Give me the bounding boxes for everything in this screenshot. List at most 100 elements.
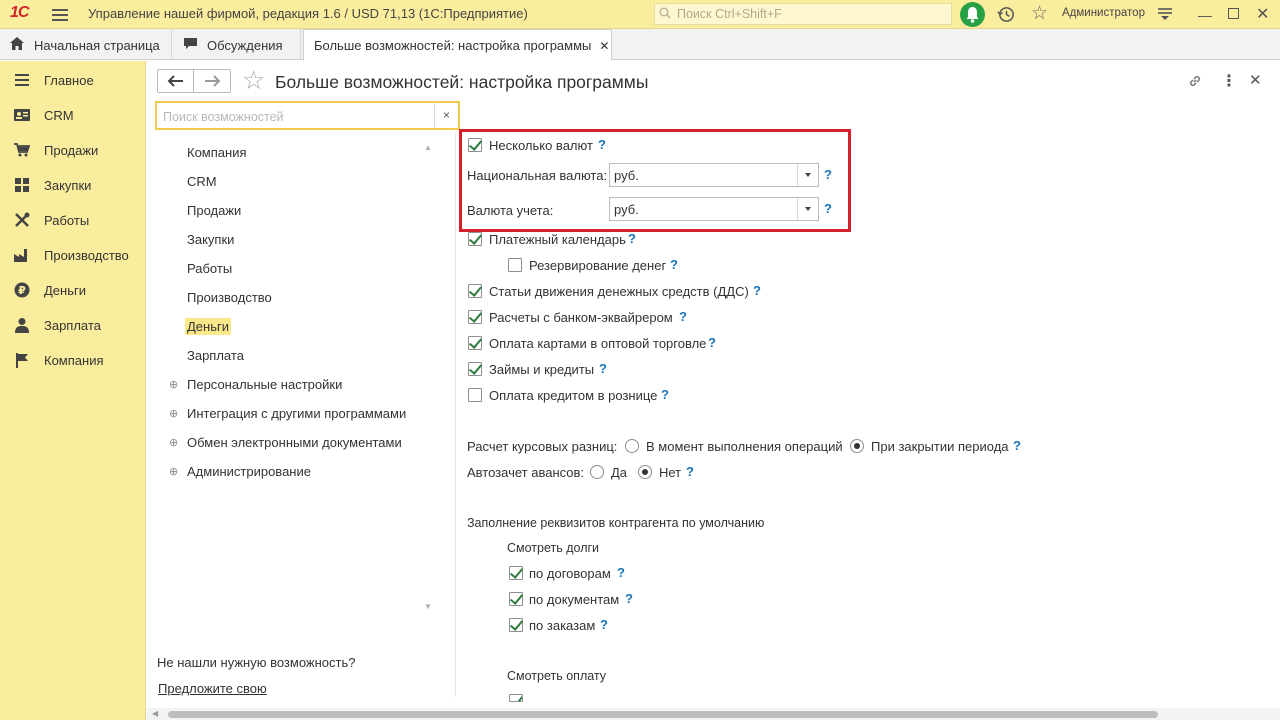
help-icon[interactable]: ? [1013, 438, 1021, 453]
tree-item-company[interactable]: Компания [187, 145, 247, 160]
forward-button[interactable] [193, 69, 231, 93]
money-reservation-checkbox[interactable] [508, 258, 522, 272]
link-icon[interactable] [1187, 73, 1203, 89]
debts-by-contracts-checkbox[interactable] [509, 566, 523, 580]
back-button[interactable] [157, 69, 194, 93]
loans-label[interactable]: Займы и кредиты [489, 362, 594, 377]
feature-search-input[interactable] [163, 108, 433, 125]
payment-option-checkbox[interactable] [509, 694, 523, 702]
exchange-diff-option-label[interactable]: При закрытии периода [871, 439, 1009, 454]
payment-calendar-checkbox[interactable] [468, 232, 482, 246]
exchange-diff-radio-operation[interactable] [625, 439, 639, 453]
horizontal-scrollbar-thumb[interactable] [168, 711, 1158, 718]
tree-item-integration[interactable]: Интеграция с другими программами [187, 406, 406, 421]
help-icon[interactable]: ? [670, 257, 678, 272]
tree-scroll-up-icon[interactable]: ▲ [424, 143, 432, 152]
minimize-icon[interactable]: — [1198, 7, 1212, 23]
help-icon[interactable]: ? [708, 335, 716, 350]
tab-close-icon[interactable]: ✕ [599, 39, 609, 53]
sidebar-item-company[interactable]: Компания [0, 343, 146, 377]
acquiring-bank-checkbox[interactable] [468, 310, 482, 324]
sidebar-item-label: Главное [44, 73, 94, 88]
retail-credit-checkbox[interactable] [468, 388, 482, 402]
auto-offset-option-label[interactable]: Да [611, 465, 627, 480]
help-icon[interactable]: ? [628, 231, 636, 246]
tree-item-administration[interactable]: Администрирование [187, 464, 311, 479]
tree-scroll-down-icon[interactable]: ▼ [424, 602, 432, 611]
sidebar-item-sales[interactable]: Продажи [0, 133, 146, 167]
debts-by-documents-label[interactable]: по документам [529, 592, 619, 607]
tree-item-purchases[interactable]: Закупки [187, 232, 234, 247]
help-icon[interactable]: ? [625, 591, 633, 606]
debts-by-orders-label[interactable]: по заказам [529, 618, 595, 633]
expand-icon[interactable]: ⊕ [169, 407, 178, 420]
debts-by-orders-checkbox[interactable] [509, 618, 523, 632]
exchange-diff-option-label[interactable]: В момент выполнения операций [646, 439, 843, 454]
tree-item-works[interactable]: Работы [187, 261, 232, 276]
favorites-star-icon[interactable]: ☆ [1031, 4, 1048, 24]
main-menu-icon[interactable] [52, 6, 68, 22]
auto-offset-radio-yes[interactable] [590, 465, 604, 479]
auto-offset-option-label[interactable]: Нет [659, 465, 681, 480]
card-wholesale-checkbox[interactable] [468, 336, 482, 350]
sidebar-item-production[interactable]: Производство [0, 238, 146, 272]
payment-calendar-label[interactable]: Платежный календарь [489, 232, 626, 247]
acquiring-bank-label[interactable]: Расчеты с банком-эквайрером [489, 310, 673, 325]
tree-item-salary[interactable]: Зарплата [187, 348, 244, 363]
global-search-input[interactable]: Поиск Ctrl+Shift+F [654, 3, 952, 25]
expand-icon[interactable]: ⊕ [169, 378, 178, 391]
debts-by-documents-checkbox[interactable] [509, 592, 523, 606]
1c-logo[interactable]: 1С [10, 4, 29, 22]
clear-search-icon[interactable]: × [434, 103, 458, 128]
help-icon[interactable]: ? [661, 387, 669, 402]
help-icon[interactable]: ? [599, 361, 607, 376]
tree-item-sales[interactable]: Продажи [187, 203, 241, 218]
loans-checkbox[interactable] [468, 362, 482, 376]
card-wholesale-label[interactable]: Оплата картами в оптовой торговле [489, 336, 706, 351]
sidebar-item-main[interactable]: Главное [0, 63, 146, 97]
help-icon[interactable]: ? [600, 617, 608, 632]
tree-item-money[interactable]: Деньги [185, 318, 231, 335]
tree-item-crm[interactable]: CRM [187, 174, 217, 189]
suggest-feature-link[interactable]: Предложите свою [158, 681, 267, 696]
exchange-diff-radio-period[interactable] [850, 439, 864, 453]
title-bar: 1С Управление нашей фирмой, редакция 1.6… [0, 0, 1280, 29]
cash-flow-items-checkbox[interactable] [468, 284, 482, 298]
maximize-icon[interactable] [1228, 8, 1239, 19]
close-window-icon[interactable]: ✕ [1256, 4, 1269, 24]
help-icon[interactable]: ? [753, 283, 761, 298]
tab-home[interactable]: Начальная страница [0, 29, 172, 60]
tree-item-edi[interactable]: Обмен электронными документами [187, 435, 402, 450]
tree-item-production[interactable]: Производство [187, 290, 272, 305]
tab-settings[interactable]: Больше возможностей: настройка программы… [303, 29, 612, 61]
more-actions-icon[interactable]: ⋮ [1221, 71, 1237, 91]
add-to-favorites-star-icon[interactable]: ☆ [242, 66, 265, 94]
factory-icon [14, 249, 27, 262]
auto-offset-radio-no[interactable] [638, 465, 652, 479]
current-user[interactable]: Администратор [1062, 7, 1145, 19]
sidebar-item-works[interactable]: Работы [0, 203, 146, 237]
menu-icon [15, 74, 29, 86]
cash-flow-items-label[interactable]: Статьи движения денежных средств (ДДС) [489, 284, 749, 299]
help-icon[interactable]: ? [686, 464, 694, 479]
settings-menu-icon[interactable] [1157, 7, 1173, 21]
retail-credit-label[interactable]: Оплата кредитом в рознице [489, 388, 657, 403]
notifications-bell-icon[interactable] [960, 2, 985, 27]
expand-icon[interactable]: ⊕ [169, 465, 178, 478]
panel-divider[interactable] [455, 132, 456, 697]
tab-discussions[interactable]: Обсуждения [173, 29, 301, 60]
history-icon[interactable] [997, 5, 1016, 24]
tree-item-personal-settings[interactable]: Персональные настройки [187, 377, 342, 392]
sidebar-item-salary[interactable]: Зарплата [0, 308, 146, 342]
money-reservation-label[interactable]: Резервирование денег [529, 258, 666, 273]
close-form-icon[interactable]: ✕ [1249, 71, 1262, 89]
help-icon[interactable]: ? [617, 565, 625, 580]
debts-by-contracts-label[interactable]: по договорам [529, 566, 611, 581]
scroll-left-icon[interactable]: ◀ [152, 709, 158, 718]
sidebar-item-money[interactable]: ₽ Деньги [0, 273, 146, 307]
help-icon[interactable]: ? [679, 309, 687, 324]
sidebar-item-crm[interactable]: CRM [0, 98, 146, 132]
expand-icon[interactable]: ⊕ [169, 436, 178, 449]
sidebar-item-purchases[interactable]: Закупки [0, 168, 146, 202]
feature-search-field[interactable]: × [155, 101, 460, 130]
